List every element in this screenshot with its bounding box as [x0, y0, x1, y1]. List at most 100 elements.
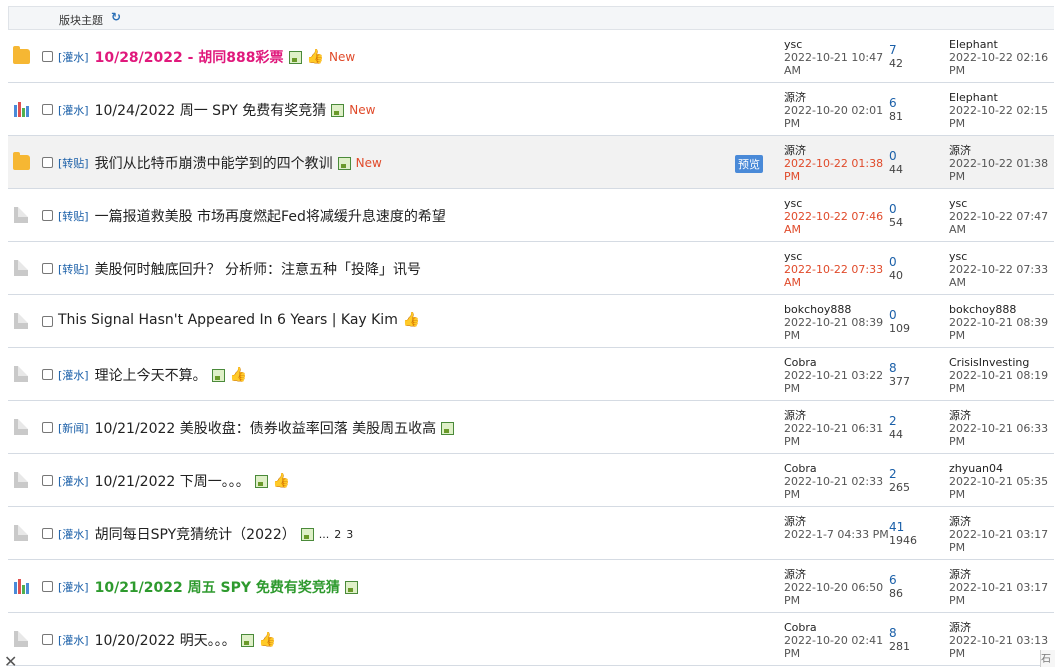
author-link[interactable]: 源济	[784, 91, 883, 104]
thread-row[interactable]: [灌水] 10/21/2022 周五 SPY 免费有奖竞猜 源济 2022-10-20…	[8, 560, 1054, 613]
thread-title-link[interactable]: 胡同每日SPY竞猜统计（2022）	[95, 524, 296, 544]
last-poster-link[interactable]: Elephant	[949, 38, 1048, 51]
page-link[interactable]: 3	[346, 528, 353, 541]
row-checkbox[interactable]	[42, 369, 53, 380]
row-checkbox[interactable]	[42, 104, 53, 115]
last-poster-link[interactable]: 源济	[949, 568, 1048, 581]
row-checkbox[interactable]	[42, 634, 53, 645]
category-tag[interactable]: [灌水]	[58, 367, 89, 383]
author-link[interactable]: bokchoy888	[784, 303, 883, 316]
last-post-date[interactable]: 2022-10-21 03:13	[949, 634, 1048, 647]
category-tag[interactable]: [灌水]	[58, 473, 89, 489]
author-link[interactable]: 源济	[784, 515, 889, 528]
last-poster-link[interactable]: 源济	[949, 144, 1048, 157]
row-checkbox[interactable]	[42, 528, 53, 539]
last-poster-link[interactable]: bokchoy888	[949, 303, 1048, 316]
thread-row[interactable]: [灌水] 10/20/2022 明天。。。 👍 Cobra 2022-10-20 02:…	[8, 613, 1054, 666]
author-link[interactable]: ysc	[784, 197, 883, 210]
preview-button[interactable]: 预览	[735, 155, 763, 173]
thread-row[interactable]: [灌水] 10/21/2022 下周一。。。 👍 Cobra 2022-10-21 02…	[8, 454, 1054, 507]
thread-title-link[interactable]: 美股何时触底回升？ 分析师：注意五种「投降」讯号	[95, 259, 421, 279]
row-checkbox[interactable]	[42, 263, 53, 274]
thread-title-link[interactable]: 10/21/2022 周五 SPY 免费有奖竞猜	[95, 577, 340, 597]
last-post-date[interactable]: 2022-10-21 05:35	[949, 475, 1048, 488]
author-link[interactable]: 源济	[784, 568, 883, 581]
thread-row[interactable]: [转贴] 一篇报道救美股 市场再度燃起Fed将减缓升息速度的希望 ysc 2022-1…	[8, 189, 1054, 242]
reply-count[interactable]: 6	[889, 574, 903, 587]
reply-count[interactable]: 0	[889, 256, 903, 269]
page-link[interactable]: ...	[319, 528, 330, 541]
last-poster-link[interactable]: ysc	[949, 197, 1048, 210]
row-checkbox[interactable]	[42, 422, 53, 433]
last-post-date[interactable]: 2022-10-22 02:15	[949, 104, 1048, 117]
author-link[interactable]: 源济	[784, 144, 883, 157]
refresh-icon[interactable]: ↻	[111, 10, 121, 24]
category-tag[interactable]: [灌水]	[58, 632, 89, 648]
thread-title-link[interactable]: 我们从比特币崩溃中能学到的四个教训	[95, 153, 333, 173]
reply-count[interactable]: 7	[889, 44, 903, 57]
category-tag[interactable]: [灌水]	[58, 49, 89, 65]
last-poster-link[interactable]: Elephant	[949, 91, 1048, 104]
page-link[interactable]: 2	[334, 528, 341, 541]
thread-title-link[interactable]: 10/20/2022 明天。。。	[95, 630, 236, 650]
row-checkbox[interactable]	[42, 210, 53, 221]
author-link[interactable]: Cobra	[784, 356, 883, 369]
thread-row[interactable]: [灌水] 10/28/2022 - 胡同888彩票 👍 New ysc 2022-10-2…	[8, 30, 1054, 83]
thread-row[interactable]: [新闻] 10/21/2022 美股收盘：债券收益率回落 美股周五收高 源济 2022…	[8, 401, 1054, 454]
reply-count[interactable]: 6	[889, 97, 903, 110]
author-link[interactable]: Cobra	[784, 462, 883, 475]
category-tag[interactable]: [灌水]	[58, 102, 89, 118]
thread-title-link[interactable]: 10/24/2022 周一 SPY 免费有奖竞猜	[95, 100, 327, 120]
last-post-date[interactable]: 2022-10-21 06:33	[949, 422, 1048, 435]
thread-row[interactable]: This Signal Hasn't Appeared In 6 Years |…	[8, 295, 1054, 348]
last-post-date[interactable]: 2022-10-21 08:19	[949, 369, 1048, 382]
last-post-date[interactable]: 2022-10-21 03:17	[949, 528, 1048, 541]
last-post-date[interactable]: 2022-10-21 03:17	[949, 581, 1048, 594]
last-post-date[interactable]: 2022-10-22 07:47	[949, 210, 1048, 223]
reply-count[interactable]: 0	[889, 309, 910, 322]
thread-row[interactable]: [灌水] 10/24/2022 周一 SPY 免费有奖竞猜 New 源济 2022-10…	[8, 83, 1054, 136]
last-poster-link[interactable]: 源济	[949, 515, 1048, 528]
thread-title-link[interactable]: 10/21/2022 美股收盘：债券收益率回落 美股周五收高	[95, 418, 437, 438]
last-post-date[interactable]: 2022-10-22 01:38	[949, 157, 1048, 170]
reply-count[interactable]: 41	[889, 521, 917, 534]
reply-count[interactable]: 2	[889, 415, 903, 428]
row-checkbox[interactable]	[42, 316, 53, 327]
last-post-date[interactable]: 2022-10-22 02:16	[949, 51, 1048, 64]
author-link[interactable]: ysc	[784, 38, 883, 51]
row-checkbox[interactable]	[42, 157, 53, 168]
thread-title-link[interactable]: 一篇报道救美股 市场再度燃起Fed将减缓升息速度的希望	[95, 206, 446, 226]
category-tag[interactable]: [新闻]	[58, 420, 89, 436]
last-post-date[interactable]: 2022-10-22 07:33	[949, 263, 1048, 276]
category-tag[interactable]: [灌水]	[58, 579, 89, 595]
row-checkbox[interactable]	[42, 51, 53, 62]
thread-title-link[interactable]: 10/21/2022 下周一。。。	[95, 471, 250, 491]
thread-row[interactable]: [灌水] 胡同每日SPY竞猜统计（2022）... 2 3 源济 2022-1-7 04:…	[8, 507, 1054, 560]
author-link[interactable]: Cobra	[784, 621, 883, 634]
author-link[interactable]: ysc	[784, 250, 883, 263]
last-post-date[interactable]: 2022-10-21 08:39	[949, 316, 1048, 329]
last-poster-link[interactable]: zhyuan04	[949, 462, 1048, 475]
reply-count[interactable]: 2	[889, 468, 910, 481]
category-tag[interactable]: [转贴]	[58, 208, 89, 224]
thread-row[interactable]: [转贴] 美股何时触底回升？ 分析师：注意五种「投降」讯号 ysc 2022-10-2…	[8, 242, 1054, 295]
row-checkbox[interactable]	[42, 475, 53, 486]
thread-title-link[interactable]: 理论上今天不算。	[95, 365, 207, 385]
author-link[interactable]: 源济	[784, 409, 883, 422]
reply-count[interactable]: 8	[889, 627, 910, 640]
thread-row[interactable]: [转贴] 我们从比特币崩溃中能学到的四个教训 New 预览 源济 2022-10-22 0…	[8, 136, 1054, 189]
last-poster-link[interactable]: 源济	[949, 621, 1048, 634]
reply-count[interactable]: 0	[889, 150, 903, 163]
last-poster-link[interactable]: ysc	[949, 250, 1048, 263]
thread-title-link[interactable]: 10/28/2022 - 胡同888彩票	[95, 47, 284, 67]
reply-count[interactable]: 0	[889, 203, 903, 216]
thread-row[interactable]: [灌水] 理论上今天不算。 👍 Cobra 2022-10-21 03:22 PM 8 377…	[8, 348, 1054, 401]
thread-title-link[interactable]: This Signal Hasn't Appeared In 6 Years |…	[58, 312, 398, 328]
reply-count[interactable]: 8	[889, 362, 910, 375]
last-poster-link[interactable]: CrisisInvesting	[949, 356, 1048, 369]
close-icon[interactable]: ✕	[4, 652, 17, 671]
category-tag[interactable]: [灌水]	[58, 526, 89, 542]
category-tag[interactable]: [转贴]	[58, 155, 89, 171]
last-poster-link[interactable]: 源济	[949, 409, 1048, 422]
category-tag[interactable]: [转贴]	[58, 261, 89, 277]
